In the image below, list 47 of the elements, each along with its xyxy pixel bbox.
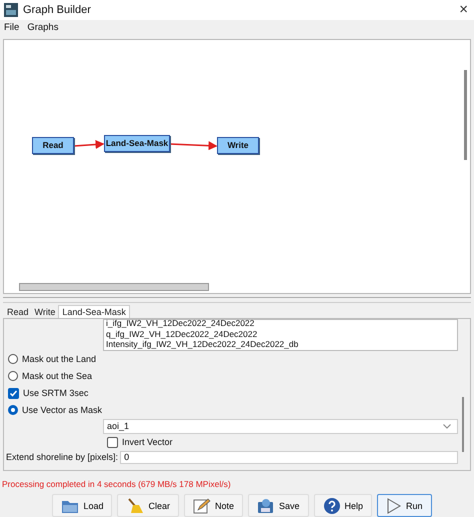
menu-item[interactable]: File bbox=[0, 22, 24, 34]
input-field[interactable]: 0 bbox=[120, 450, 458, 464]
option-label: Use SRTM 3sec bbox=[23, 388, 88, 398]
radio-button[interactable] bbox=[8, 354, 18, 364]
connector-arrow bbox=[74, 140, 104, 149]
splitter-handle[interactable] bbox=[3, 296, 471, 303]
menu-item[interactable]: Graphs bbox=[23, 22, 62, 34]
load-button[interactable]: Load bbox=[52, 494, 112, 517]
checkbox[interactable] bbox=[8, 388, 19, 399]
graph-node[interactable]: Read bbox=[32, 136, 74, 154]
chevron-icon bbox=[443, 424, 451, 429]
note-button[interactable]: Note bbox=[184, 494, 243, 517]
vector-dropdown[interactable]: aoi_1 bbox=[103, 418, 458, 434]
clear-button[interactable]: Clear bbox=[117, 494, 179, 517]
close-button[interactable]: × bbox=[459, 1, 468, 18]
field-label: Extend shoreline by [pixels]: bbox=[6, 452, 118, 462]
list-item[interactable]: Intensity_ifg_IW2_VH_12Dec2022_24Dec2022_db bbox=[106, 339, 457, 350]
note-icon bbox=[192, 498, 211, 514]
option-label: Invert Vector bbox=[122, 437, 173, 448]
help-button[interactable]: Help bbox=[314, 494, 372, 517]
graph-node[interactable]: Land-Sea-Mask bbox=[104, 134, 170, 152]
scrollbar[interactable] bbox=[462, 396, 464, 452]
window-title: Graph Builder bbox=[23, 4, 92, 16]
connector-arrow bbox=[170, 141, 218, 150]
option-label: Mask out the Land bbox=[22, 354, 96, 364]
save-icon bbox=[257, 498, 275, 514]
band-list[interactable]: i_ifg_IW2_VH_12Dec2022_24Dec2022 q_ifg_IW2_VH_12Dec2022_24Dec2022 Intensity_ifg_IW2_VH_12Dec2022_24Dec2022_db bbox=[103, 318, 458, 351]
radio-button[interactable] bbox=[8, 371, 18, 382]
tab[interactable]: Read bbox=[4, 306, 32, 318]
checkbox[interactable] bbox=[107, 436, 118, 448]
save-button[interactable]: Save bbox=[248, 494, 309, 517]
graph-node[interactable]: Write bbox=[217, 136, 259, 154]
help-icon bbox=[322, 496, 341, 514]
play-icon bbox=[386, 498, 402, 514]
status-message: Processing completed in 4 seconds (679 MB/s 178 MPixel/s) bbox=[1, 478, 232, 489]
scrollbar[interactable] bbox=[464, 70, 467, 160]
scrollbar[interactable] bbox=[19, 282, 209, 291]
run-button[interactable]: Run bbox=[377, 494, 432, 517]
tab[interactable]: Land-Sea-Mask bbox=[58, 304, 130, 318]
tab[interactable]: Write bbox=[32, 306, 58, 318]
radio-button[interactable] bbox=[8, 405, 18, 416]
list-item[interactable]: i_ifg_IW2_VH_12Dec2022_24Dec2022 bbox=[106, 320, 457, 329]
app-icon bbox=[4, 2, 18, 17]
option-label: Use Vector as Mask bbox=[22, 405, 102, 416]
option-label: Mask out the Sea bbox=[22, 371, 92, 382]
broom-icon bbox=[126, 498, 144, 514]
list-item[interactable]: q_ifg_IW2_VH_12Dec2022_24Dec2022 bbox=[106, 328, 457, 340]
